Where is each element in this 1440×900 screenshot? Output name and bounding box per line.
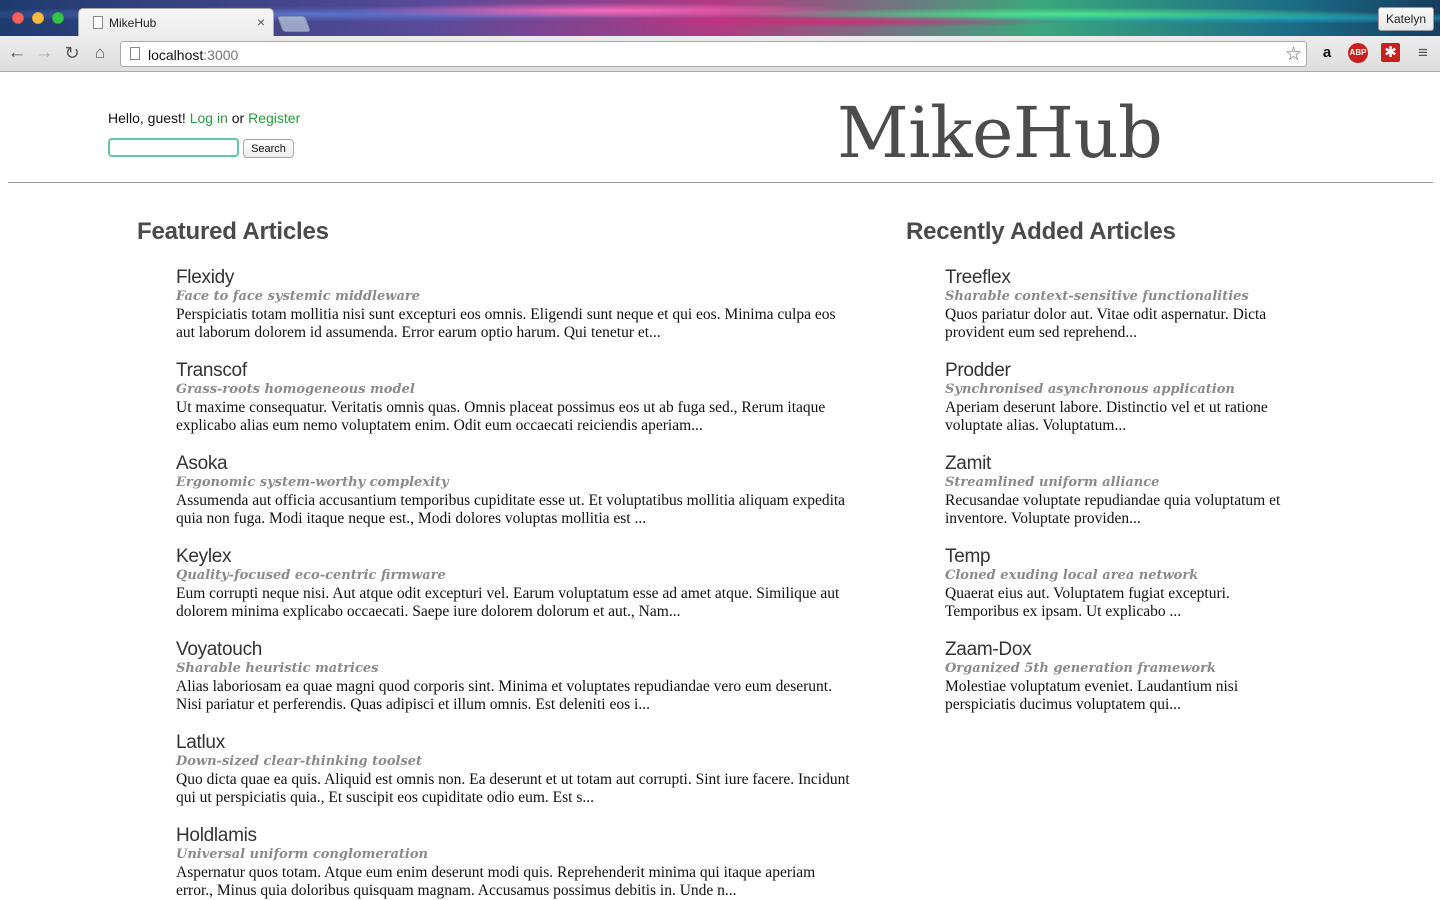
article-title-link[interactable]: Holdlamis	[176, 825, 851, 847]
article-item: Keylex Quality-focused eco-centric firmw…	[176, 546, 851, 621]
article-title-link[interactable]: Voyatouch	[176, 639, 851, 661]
article-tagline: Organized 5th generation framework	[945, 661, 1216, 676]
site-title: MikeHub	[837, 92, 1163, 174]
back-icon[interactable]: ←	[6, 42, 28, 64]
article-item: Holdlamis Universal uniform conglomerati…	[176, 825, 851, 900]
article-item: Prodder Synchronised asynchronous applic…	[945, 360, 1290, 435]
article-tagline: Sharable heuristic matrices	[176, 661, 379, 676]
header-divider	[8, 182, 1433, 183]
article-excerpt: Molestiae voluptatum eveniet. Laudantium…	[945, 678, 1239, 713]
article-excerpt: Perspiciatis totam mollitia nisi sunt ex…	[176, 306, 836, 341]
article-tagline: Down-sized clear-thinking toolset	[176, 754, 423, 769]
adblock-plus-icon[interactable]: ABP	[1348, 43, 1368, 63]
profile-button[interactable]: Katelyn	[1377, 7, 1434, 31]
article-excerpt: Quos pariatur dolor aut. Vitae odit aspe…	[945, 306, 1267, 341]
browser-toolbar: ← → ↻ ⌂ localhost:3000 ☆ a ABP ✱ ≡	[0, 36, 1440, 72]
tab-close-icon[interactable]: ×	[257, 14, 265, 30]
window-maximize-button[interactable]	[52, 12, 64, 24]
featured-articles-heading: Featured Articles	[137, 218, 329, 245]
url-host: localhost	[148, 47, 204, 63]
browser-menu-icon[interactable]: ≡	[1413, 43, 1433, 63]
greeting-text: Hello, guest!	[108, 110, 186, 126]
new-tab-button[interactable]	[277, 16, 311, 32]
article-item: Temp Cloned exuding local area network Q…	[945, 546, 1290, 621]
article-item: Transcof Grass-roots homogeneous model U…	[176, 360, 851, 435]
article-excerpt: Recusandae voluptate repudiandae quia vo…	[945, 492, 1281, 527]
url-text: localhost:3000	[148, 47, 238, 63]
article-excerpt: Ut maxime consequatur. Veritatis omnis q…	[176, 399, 826, 434]
article-tagline: Ergonomic system-worthy complexity	[176, 475, 449, 490]
article-title-link[interactable]: Treeflex	[945, 267, 1290, 289]
article-excerpt: Aperiam deserunt labore. Distinctio vel …	[945, 399, 1268, 434]
article-excerpt: Assumenda aut officia accusantium tempor…	[176, 492, 846, 527]
article-item: Zamit Streamlined uniform alliance Recus…	[945, 453, 1290, 528]
article-tagline: Synchronised asynchronous application	[945, 382, 1235, 397]
article-title-link[interactable]: Zamit	[945, 453, 1290, 475]
search-input[interactable]	[108, 138, 239, 157]
bookmark-star-icon[interactable]: ☆	[1285, 43, 1302, 66]
login-link[interactable]: Log in	[190, 110, 228, 126]
article-title-link[interactable]: Zaam-Dox	[945, 639, 1290, 661]
article-item: Voyatouch Sharable heuristic matrices Al…	[176, 639, 851, 714]
article-excerpt: Alias laboriosam ea quae magni quod corp…	[176, 678, 832, 713]
article-tagline: Universal uniform conglomeration	[176, 847, 428, 862]
address-bar[interactable]: localhost:3000 ☆	[120, 41, 1307, 67]
tab-title: MikeHub	[109, 16, 157, 30]
article-tagline: Sharable context-sensitive functionaliti…	[945, 289, 1249, 304]
window-minimize-button[interactable]	[32, 12, 44, 24]
article-title-link[interactable]: Transcof	[176, 360, 851, 382]
home-icon[interactable]: ⌂	[89, 42, 111, 64]
reload-icon[interactable]: ↻	[61, 42, 83, 64]
window-close-button[interactable]	[12, 12, 24, 24]
page-icon	[93, 16, 103, 29]
article-item: Latlux Down-sized clear-thinking toolset…	[176, 732, 851, 807]
article-title-link[interactable]: Flexidy	[176, 267, 851, 289]
article-tagline: Cloned exuding local area network	[945, 568, 1199, 583]
register-link[interactable]: Register	[248, 110, 300, 126]
forward-icon[interactable]: →	[33, 42, 55, 64]
article-excerpt: Aspernatur quos totam. Atque eum enim de…	[176, 864, 816, 899]
page-icon	[130, 47, 140, 60]
article-excerpt: Eum corrupti neque nisi. Aut atque odit …	[176, 585, 840, 620]
article-item: Flexidy Face to face systemic middleware…	[176, 267, 851, 342]
article-tagline: Grass-roots homogeneous model	[176, 382, 415, 397]
browser-tab[interactable]: MikeHub ×	[78, 8, 274, 36]
url-port: :3000	[203, 47, 239, 63]
lastpass-icon[interactable]: ✱	[1381, 43, 1400, 62]
article-excerpt: Quaerat eius aut. Voluptatem fugiat exce…	[945, 585, 1230, 620]
article-title-link[interactable]: Keylex	[176, 546, 851, 568]
window-titlebar: MikeHub × Katelyn	[0, 0, 1440, 36]
amazon-extension-icon[interactable]: a	[1317, 43, 1337, 63]
article-title-link[interactable]: Asoka	[176, 453, 851, 475]
article-tagline: Quality-focused eco-centric firmware	[176, 568, 446, 583]
article-title-link[interactable]: Latlux	[176, 732, 851, 754]
article-item: Zaam-Dox Organized 5th generation framew…	[945, 639, 1290, 714]
greeting-line: Hello, guest! Log in or Register	[108, 110, 300, 126]
recent-articles-heading: Recently Added Articles	[906, 218, 1176, 245]
search-button[interactable]: Search	[243, 139, 294, 158]
article-item: Asoka Ergonomic system-worthy complexity…	[176, 453, 851, 528]
article-tagline: Streamlined uniform alliance	[945, 475, 1160, 490]
article-excerpt: Quo dicta quae ea quis. Aliquid est omni…	[176, 771, 850, 806]
or-text: or	[231, 110, 245, 126]
article-title-link[interactable]: Temp	[945, 546, 1290, 568]
article-item: Treeflex Sharable context-sensitive func…	[945, 267, 1290, 342]
article-tagline: Face to face systemic middleware	[176, 289, 421, 304]
article-title-link[interactable]: Prodder	[945, 360, 1290, 382]
